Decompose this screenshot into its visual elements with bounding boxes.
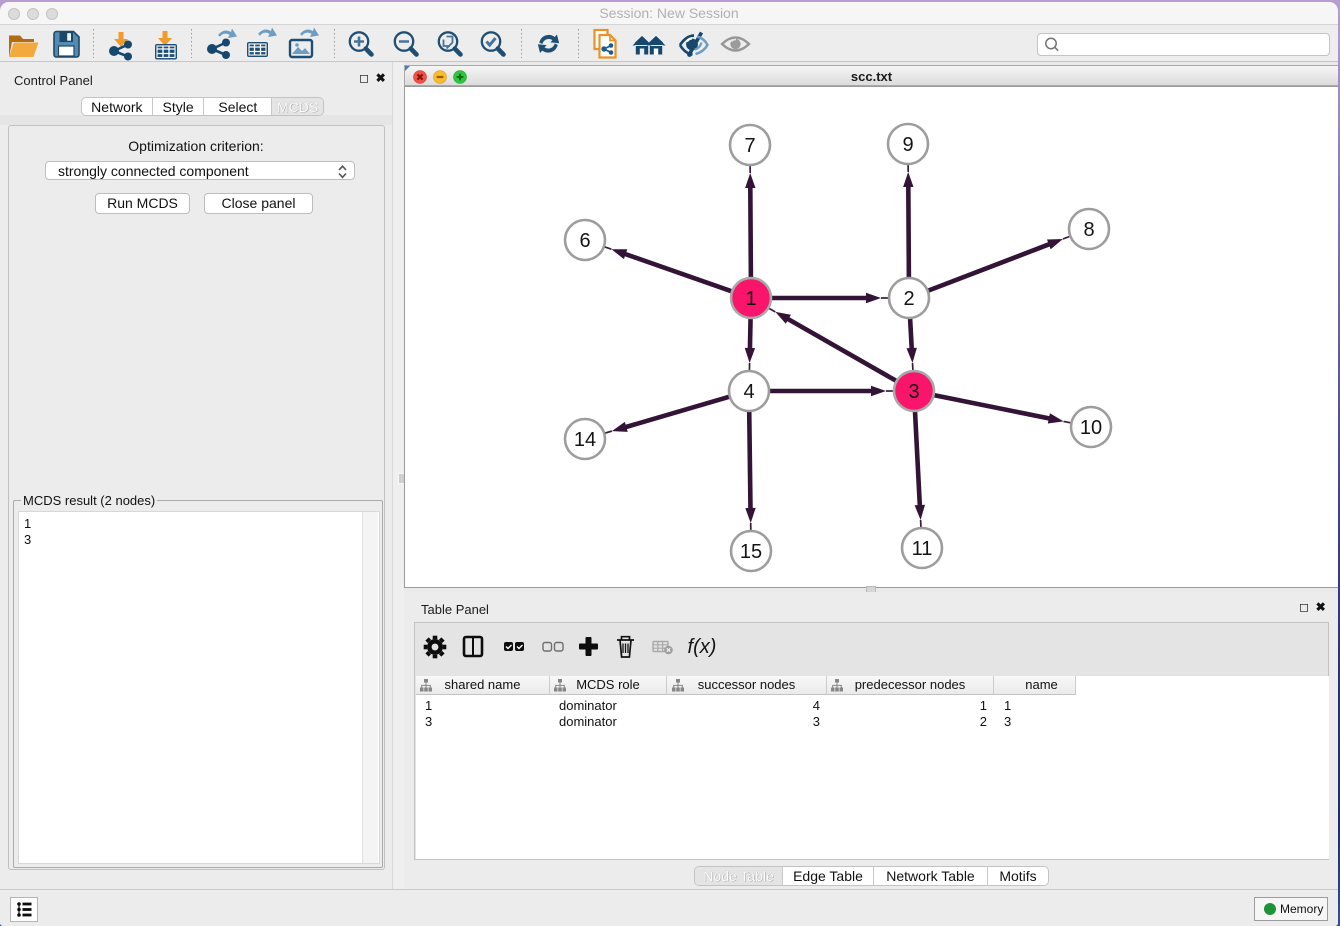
svg-text:f(x): f(x): [688, 636, 717, 658]
svg-text:2: 2: [903, 288, 914, 310]
svg-text:1: 1: [745, 288, 756, 310]
svg-text:15: 15: [740, 541, 762, 563]
svg-text:8: 8: [1083, 219, 1094, 241]
svg-text:7: 7: [744, 135, 755, 157]
svg-text:9: 9: [902, 134, 913, 156]
svg-text:11: 11: [912, 538, 933, 560]
svg-text:6: 6: [579, 230, 590, 252]
svg-text:3: 3: [908, 381, 919, 403]
svg-text:14: 14: [574, 429, 596, 451]
svg-text:10: 10: [1080, 417, 1102, 439]
svg-text:4: 4: [743, 381, 754, 403]
